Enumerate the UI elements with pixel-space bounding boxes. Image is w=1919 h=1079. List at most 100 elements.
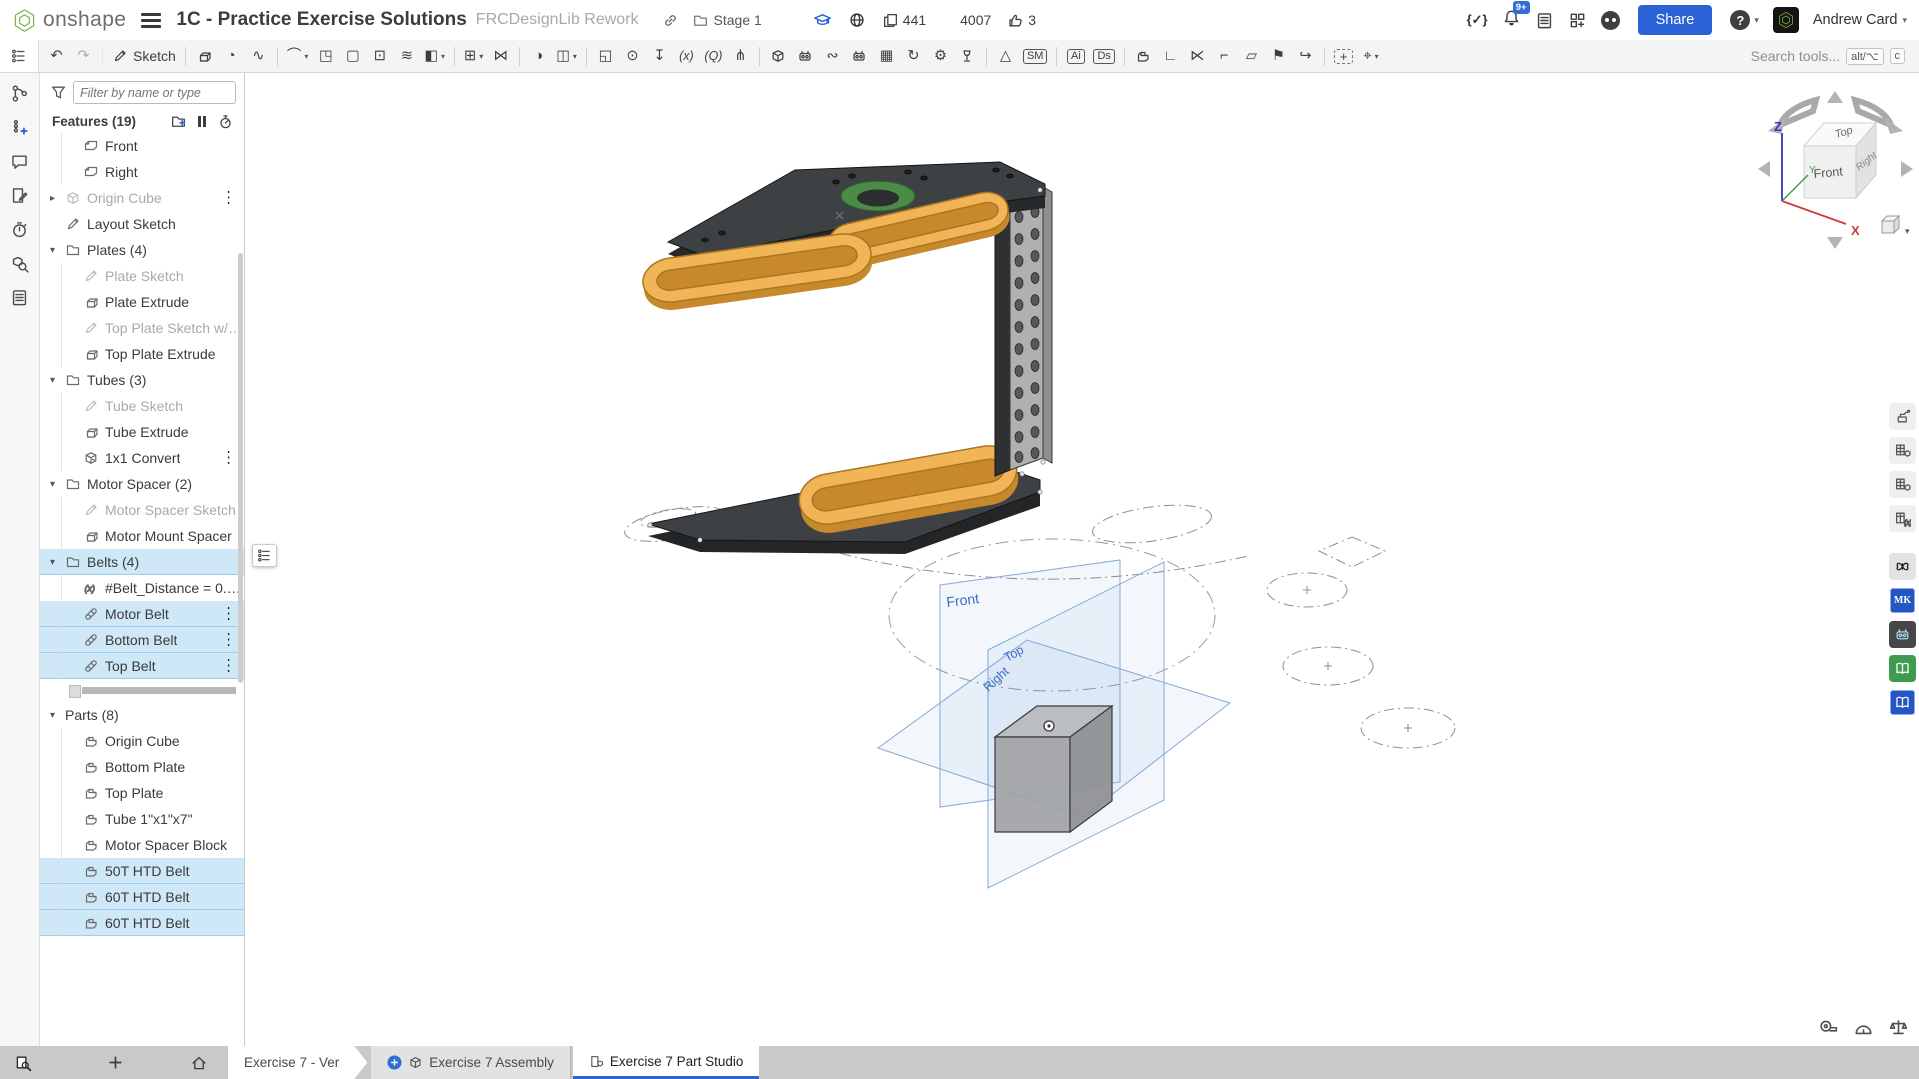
part-tube[interactable]: Tube 1"x1"x7": [40, 806, 244, 832]
part-motor-spacer-block[interactable]: Motor Spacer Block: [40, 832, 244, 858]
tree-caret-icon[interactable]: ▾: [50, 479, 65, 490]
part-60t-htd-belt-2[interactable]: 60T HTD Belt: [40, 910, 244, 936]
report[interactable]: [7, 285, 33, 309]
release-notes[interactable]: [7, 183, 33, 207]
chamfer[interactable]: ◳: [313, 43, 338, 70]
mass-properties[interactable]: [1887, 1017, 1909, 1039]
transform[interactable]: ↻: [901, 43, 926, 70]
filter-input[interactable]: [73, 81, 236, 104]
mirror[interactable]: ⋈: [488, 43, 513, 70]
feature-front-plane[interactable]: Front: [40, 133, 244, 159]
shell[interactable]: ▢: [340, 43, 365, 70]
cut-list[interactable]: [1889, 471, 1916, 498]
plane[interactable]: ◱: [593, 43, 618, 70]
sheet-metal-model[interactable]: SM: [1020, 43, 1051, 70]
sweep[interactable]: ∿: [246, 43, 271, 70]
feature-motor-spacer-sketch[interactable]: Motor Spacer Sketch: [40, 497, 244, 523]
insert-follow[interactable]: [7, 115, 33, 139]
feature-plate-extrude[interactable]: Plate Extrude: [40, 289, 244, 315]
feature-1x1-convert[interactable]: 1x1 Convert ⋮: [40, 445, 244, 471]
ds-feature[interactable]: Ds: [1090, 43, 1117, 70]
app-mkcad[interactable]: MK: [1889, 587, 1916, 614]
comments[interactable]: [7, 149, 33, 173]
revolve[interactable]: ◔: [219, 43, 244, 70]
protractor[interactable]: [1852, 1017, 1874, 1039]
versions-history[interactable]: [7, 81, 33, 105]
feature-plate-sketch[interactable]: Plate Sketch: [40, 263, 244, 289]
redo[interactable]: ↷: [71, 43, 96, 70]
folder-tubes[interactable]: ▾ Tubes (3): [40, 367, 244, 393]
suspend-rebuild-icon[interactable]: [198, 116, 207, 127]
part-origin-cube[interactable]: Origin Cube: [40, 728, 244, 754]
mark[interactable]: ⚑: [1266, 43, 1291, 70]
notifications-button[interactable]: 9+: [1502, 8, 1521, 32]
appearance-feature[interactable]: ▦: [874, 43, 899, 70]
bom-table[interactable]: [1889, 437, 1916, 464]
extrude[interactable]: [192, 43, 217, 70]
app-robot[interactable]: [1889, 621, 1916, 648]
thread[interactable]: ≋: [394, 43, 419, 70]
feature-layout-sketch[interactable]: Layout Sketch: [40, 211, 244, 237]
feature-list-flyout-button[interactable]: [252, 544, 277, 567]
feature-origin-cube[interactable]: ▸ Origin Cube ⋮: [40, 185, 244, 211]
rebuild-timer-icon[interactable]: [217, 113, 234, 130]
select-region[interactable]: +: [1331, 43, 1357, 70]
flange[interactable]: [1131, 43, 1156, 70]
learning-icon[interactable]: [813, 11, 832, 30]
undo[interactable]: ↶: [44, 43, 69, 70]
custom-feature-robot-2[interactable]: [847, 43, 872, 70]
part-60t-htd-belt-1[interactable]: 60T HTD Belt: [40, 884, 244, 910]
tab-assembly[interactable]: Exercise 7 Assembly: [371, 1046, 571, 1079]
feature-tube-extrude[interactable]: Tube Extrude: [40, 419, 244, 445]
nodes-stat[interactable]: 4007: [942, 12, 991, 29]
import[interactable]: ↧: [647, 43, 672, 70]
history[interactable]: [7, 217, 33, 241]
appearance-panel[interactable]: [1889, 403, 1916, 430]
app-library-green[interactable]: [1889, 655, 1916, 682]
hole[interactable]: ⊡: [367, 43, 392, 70]
primitive-cube[interactable]: [766, 43, 791, 70]
cone-feature[interactable]: △: [993, 43, 1018, 70]
main-menu-icon[interactable]: [141, 13, 161, 28]
workspace-selector[interactable]: Stage 1: [692, 12, 762, 29]
user-menu[interactable]: Andrew Card ▾: [1813, 12, 1907, 28]
frame[interactable]: ⊙: [620, 43, 645, 70]
origin-marker[interactable]: [1044, 721, 1054, 731]
link-icon[interactable]: [662, 12, 679, 29]
view-options-button[interactable]: ▾: [1882, 216, 1910, 236]
app-library-blue[interactable]: [1889, 689, 1916, 716]
new-tab-button[interactable]: [102, 1046, 128, 1079]
ai-feature[interactable]: Ai: [1063, 43, 1088, 70]
viewcube-front-label[interactable]: Front: [1813, 164, 1844, 181]
panel-scrollbar[interactable]: [238, 253, 243, 683]
measure-tape[interactable]: [1817, 1017, 1839, 1039]
gear-feature[interactable]: ⚙: [928, 43, 953, 70]
assembly-context[interactable]: ⌖ ▾: [1358, 43, 1383, 70]
folder-plates[interactable]: ▾ Plates (4): [40, 237, 244, 263]
sketch[interactable]: Sketch: [109, 43, 179, 70]
split[interactable]: ◫ ▾: [553, 43, 580, 70]
part-bottom-plate[interactable]: Bottom Plate: [40, 754, 244, 780]
part-top-plate[interactable]: Top Plate: [40, 780, 244, 806]
tree-caret-icon[interactable]: ▾: [50, 245, 65, 256]
feature-belt-distance-variable[interactable]: #Belt_Distance = 0.43...: [40, 575, 244, 601]
app-butterfly[interactable]: [1889, 553, 1916, 580]
draft[interactable]: ◧ ▾: [421, 43, 448, 70]
tab-part-studio[interactable]: Exercise 7 Part Studio: [573, 1046, 760, 1079]
apps-icon[interactable]: [1568, 11, 1587, 30]
corner-break[interactable]: ⋉: [1185, 43, 1210, 70]
feature-top-plate-extrude[interactable]: Top Plate Extrude: [40, 341, 244, 367]
feature-top-plate-sketch[interactable]: Top Plate Sketch w/ M...: [40, 315, 244, 341]
feature-motor-mount-spacer[interactable]: Motor Mount Spacer: [40, 523, 244, 549]
curve-feature[interactable]: ∾: [820, 43, 845, 70]
feature-status-dots[interactable]: ⋮: [222, 188, 244, 208]
mate-connector[interactable]: ⋔: [728, 43, 753, 70]
checklist-icon[interactable]: [1535, 11, 1554, 30]
feature-bottom-belt[interactable]: Bottom Belt ⋮: [40, 627, 244, 653]
tree-caret-icon[interactable]: ▾: [50, 375, 65, 386]
help-menu[interactable]: ? ▾: [1730, 10, 1759, 30]
feature-right-plane[interactable]: Right: [40, 159, 244, 185]
home-tab-button[interactable]: [186, 1046, 212, 1079]
featurescript-search[interactable]: (Q): [701, 43, 726, 70]
tree-caret-icon[interactable]: ▸: [50, 193, 65, 204]
